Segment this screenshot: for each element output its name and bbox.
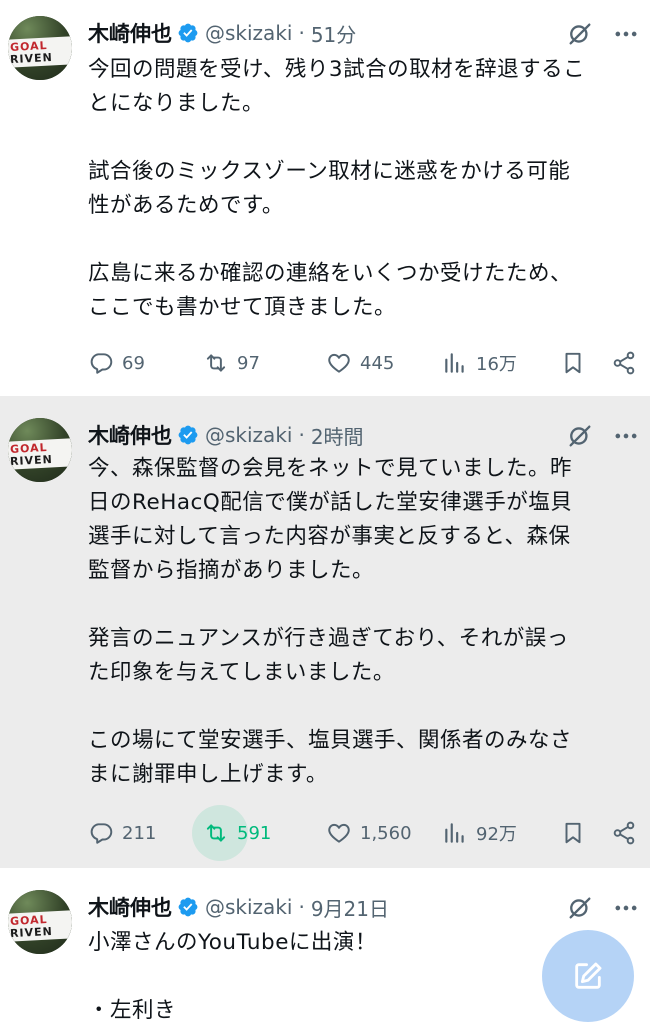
verified-badge-icon [178,23,198,43]
more-options-icon[interactable] [612,20,640,48]
tweet-text-line: この場にて堂安選手、塩貝選手、関係者のみなさ [88,728,573,753]
tweet-text: 今回の問題を受け、残り3試合の取材を辞退するこ とになりました。 試合後のミック… [88,53,636,325]
more-options-icon[interactable] [612,422,640,450]
retweet-icon [206,824,226,842]
like-button[interactable]: 445 [326,348,394,378]
tweet-text-line: 日のReHacQ配信で僕が話した堂安律選手が塩貝 [88,490,573,515]
separator-dot: · [298,895,305,919]
verified-badge-icon [178,425,198,445]
reply-icon [90,353,113,374]
avatar[interactable]: GOAL RIVEN [8,16,72,80]
reply-count: 69 [122,352,145,374]
avatar-text-driven: RIVEN [9,50,54,67]
tweet-text-line: 試合後のミックスゾーン取材に迷惑をかける可能 [88,159,571,184]
views-button[interactable]: 92万 [442,818,517,848]
tweet-text-line: 性があるためです。 [88,193,284,218]
compose-post-button[interactable] [542,930,634,1022]
like-button[interactable]: 1,560 [326,818,412,848]
retweet-icon [206,354,226,372]
heart-icon [328,823,350,843]
author-name[interactable]: 木崎伸也 [88,420,172,450]
grok-icon[interactable] [566,20,594,48]
grok-icon[interactable] [566,894,594,922]
reply-count: 211 [122,822,157,844]
bookmark-icon[interactable] [560,820,586,846]
author-name[interactable]: 木崎伸也 [88,892,172,922]
tweet-time[interactable]: 9月21日 [311,893,389,922]
share-icon[interactable] [611,820,637,846]
tweet-text-line: 選手に対して言った内容が事実と反すると、森保 [88,524,571,549]
views-count: 92万 [476,824,517,845]
tweet-text-line: 今回の問題を受け、残り3試合の取材を辞退するこ [88,57,586,82]
tweet-time[interactable]: 51分 [311,19,356,48]
author-name[interactable]: 木崎伸也 [88,18,172,48]
reply-button[interactable]: 211 [88,818,156,848]
tweet-text-line: 広島に来るか確認の連絡をいくつか受けたため、 [88,261,573,286]
like-count: 445 [360,352,395,374]
tweet-header: 木崎伸也 @skizaki · 2時間 [88,418,364,452]
tweet-text-line: 監督から指摘がありました。 [88,558,375,583]
grok-icon[interactable] [566,422,594,450]
tweet-text-line: とになりました。 [88,91,265,116]
retweet-button[interactable]: 97 [203,348,260,378]
reply-button[interactable]: 69 [88,348,145,378]
author-handle[interactable]: @skizaki [205,895,292,919]
tweet-text-line: た印象を与えてしまいました。 [88,660,395,685]
author-handle[interactable]: @skizaki [205,21,292,45]
tweet-text-line: まに謝罪申し上げます。 [88,762,328,787]
retweet-button[interactable]: 591 [203,818,271,848]
views-chart-icon [445,823,464,843]
verified-badge-icon [178,897,198,917]
separator-dot: · [298,21,305,45]
heart-icon [328,353,350,373]
views-button[interactable]: 16万 [442,348,517,378]
avatar-text-driven: RIVEN [9,924,54,941]
tweet-text-line: 発言のニュアンスが行き過ぎており、それが誤っ [88,626,569,651]
separator-dot: · [298,423,305,447]
tweet[interactable]: GOAL RIVEN 木崎伸也 @skizaki · 51分 今回の問題を受け、… [0,0,650,396]
more-options-icon[interactable] [612,894,640,922]
tweet-text-line [88,223,636,257]
bookmark-icon[interactable] [560,350,586,376]
tweet-text-line [88,588,636,622]
avatar-text-driven: RIVEN [9,452,54,469]
reply-icon [90,823,113,844]
tweet-header: 木崎伸也 @skizaki · 9月21日 [88,890,389,924]
tweet[interactable]: GOAL RIVEN 木崎伸也 @skizaki · 2時間 今、森保監督の会見… [0,396,650,868]
tweet-text-line: 今、森保監督の会見をネットで見ていました。昨 [88,456,573,481]
tweet-header: 木崎伸也 @skizaki · 51分 [88,16,356,50]
share-icon[interactable] [611,350,637,376]
avatar[interactable]: GOAL RIVEN [8,890,72,954]
tweet-time[interactable]: 2時間 [311,421,364,450]
tweet-text-line [88,121,636,155]
tweet-text-line: ここでも書かせて頂きました。 [88,295,397,320]
retweet-count: 97 [237,352,260,374]
avatar[interactable]: GOAL RIVEN [8,418,72,482]
retweet-count: 591 [237,822,272,844]
author-handle[interactable]: @skizaki [205,423,292,447]
tweet-text-line [88,690,636,724]
like-count: 1,560 [360,822,412,844]
tweet-text: 今、森保監督の会見をネットで見ていました。昨 日のReHacQ配信で僕が話した堂… [88,452,636,792]
views-chart-icon [445,353,464,373]
compose-pencil-icon [575,962,602,989]
views-count: 16万 [476,354,517,375]
